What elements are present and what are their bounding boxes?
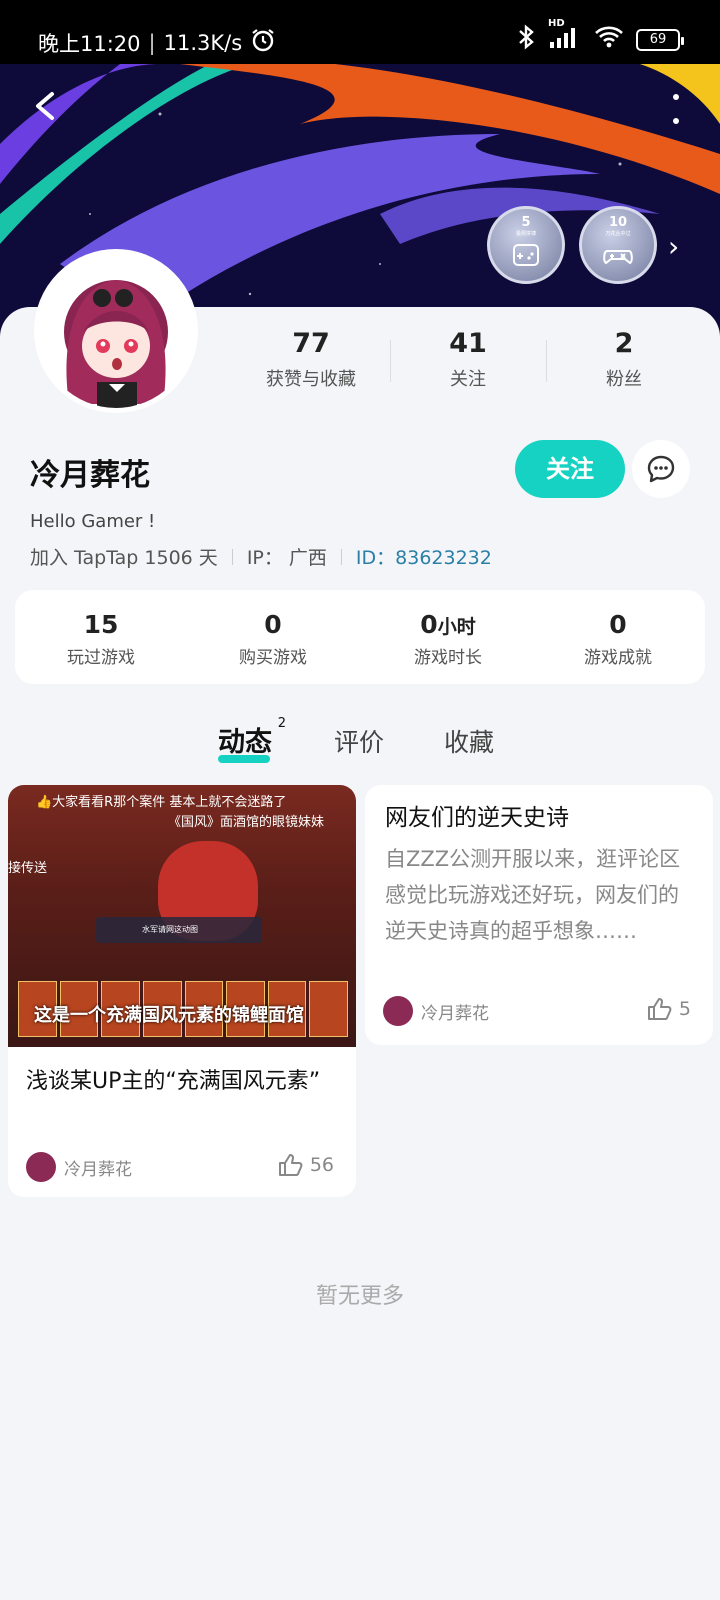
status-time: 晚上11:20 (38, 31, 141, 56)
follow-button[interactable]: 关注 (515, 440, 625, 498)
achievement-badge-1[interactable]: 5 极限拼搏 (487, 206, 565, 284)
join-days: 加入 TapTap 1506 天 (30, 547, 218, 569)
user-name: 冷月葬花 (30, 458, 150, 493)
more-dot-icon (673, 118, 679, 124)
divider (340, 548, 342, 565)
likes-favorites-stat[interactable]: 77 获赞与收藏 (246, 328, 376, 391)
status-bar: 晚上11:20 | 11.3K/s HD 69 (0, 0, 720, 64)
message-button[interactable] (632, 440, 690, 498)
divider (390, 340, 391, 382)
badges-more-arrow-icon[interactable]: › (668, 230, 679, 263)
cell-signal-icon: HD (548, 18, 582, 55)
user-meta: 加入 TapTap 1506 天 IP： 广西 ID：83623232 (30, 543, 492, 570)
like-button[interactable]: 56 (278, 1153, 334, 1177)
network-speed: 11.3K/s (163, 30, 243, 55)
avatar (26, 1152, 56, 1182)
post-author[interactable]: 冷月葬花 (383, 996, 489, 1026)
played-games-stat[interactable]: 15 玩过游戏 (21, 610, 181, 668)
achievements-stat[interactable]: 0 游戏成就 (538, 610, 698, 668)
bluetooth-icon (516, 24, 536, 55)
more-dot-icon (673, 94, 679, 100)
badge-caption: 极限拼搏 (515, 231, 536, 237)
ip-location: IP： 广西 (246, 547, 327, 569)
followers-stat[interactable]: 2 粉丝 (559, 328, 689, 391)
wifi-icon (594, 25, 624, 54)
achievement-badge-2[interactable]: 10 万花丛中过 (579, 206, 657, 284)
divider (231, 548, 233, 565)
user-id[interactable]: ID：83623232 (356, 543, 492, 570)
user-bio: Hello Gamer ! (30, 511, 156, 532)
avatar (383, 996, 413, 1026)
chat-bubble-icon (647, 455, 675, 483)
thumbs-up-icon (647, 998, 672, 1020)
purchased-games-stat[interactable]: 0 购买游戏 (193, 610, 353, 668)
tab-favorites[interactable]: 收藏 (444, 723, 494, 759)
post-excerpt: 自ZZZ公测开服以来，逛评论区感觉比玩游戏还好玩，网友们的逆天史诗真的超乎想象…… (385, 847, 681, 943)
more-options-button[interactable] (670, 94, 682, 124)
badge-caption: 万花丛中过 (605, 231, 631, 237)
post-title: 浅谈某UP主的“充满国风元素” (26, 1069, 321, 1094)
content-tabs: 动态 2 评价 收藏 (0, 716, 720, 770)
alarm-icon (250, 27, 276, 58)
game-stats-card: 15 玩过游戏 0 购买游戏 0小时 游戏时长 0 游戏成就 (15, 590, 705, 684)
following-stat[interactable]: 41 关注 (403, 328, 533, 391)
tab-moments[interactable]: 动态 2 (218, 716, 286, 763)
post-author[interactable]: 冷月葬花 (26, 1152, 132, 1182)
avatar[interactable] (34, 249, 198, 413)
no-more-label: 暂无更多 (315, 1284, 404, 1309)
post-title: 网友们的逆天史诗 (385, 805, 569, 831)
battery-icon: 69 (636, 28, 684, 51)
like-button[interactable]: 5 (647, 997, 691, 1021)
divider (546, 340, 547, 382)
play-time-stat[interactable]: 0小时 游戏时长 (368, 610, 528, 668)
tab-reviews[interactable]: 评价 (334, 723, 384, 759)
gamepad-icon (603, 250, 633, 265)
back-button[interactable] (26, 86, 66, 126)
post-thumbnail: 👍大家看看R那个案件 基本上就不会迷路了 《国风》面酒馆的眼镜妹妹 接传送 水军… (8, 785, 356, 1047)
post-card[interactable]: 👍大家看看R那个案件 基本上就不会迷路了 《国风》面酒馆的眼镜妹妹 接传送 水军… (8, 785, 356, 1197)
tab-count: 2 (277, 716, 286, 731)
gamepad-icon (513, 244, 539, 266)
thumbs-up-icon (278, 1154, 303, 1176)
post-card[interactable]: 网友们的逆天史诗 自ZZZ公测开服以来，逛评论区感觉比玩游戏还好玩，网友们的逆天… (365, 785, 713, 1045)
